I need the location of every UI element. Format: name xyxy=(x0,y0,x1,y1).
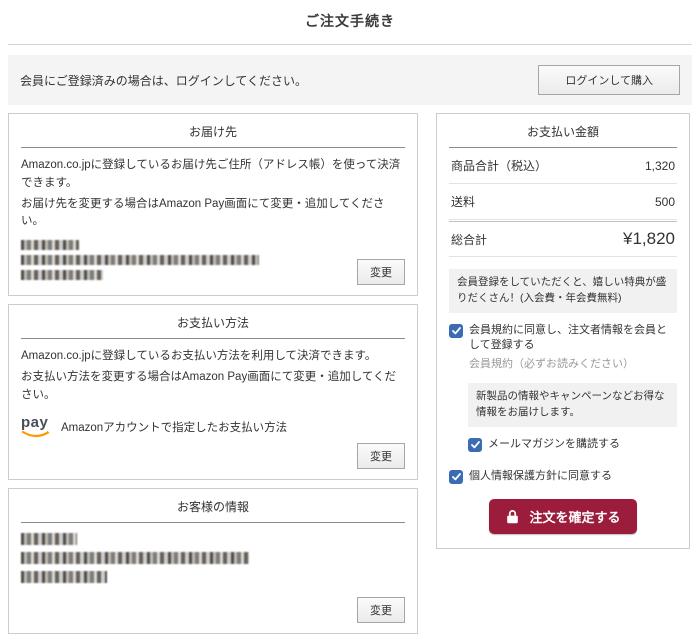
shipping-section: お届け先 Amazon.co.jpに登録しているお届け先ご住所（アドレス帳）を使… xyxy=(8,113,418,296)
confirm-order-button[interactable]: 注文を確定する xyxy=(489,499,636,534)
customer-info-redacted xyxy=(21,533,405,583)
privacy-checkbox-label: 個人情報保護方針に同意する xyxy=(469,469,612,485)
membership-benefit-note: 会員登録をしていただくと、嬉しい特典が盛りだくさん！(入会費・年会費無料) xyxy=(449,269,677,313)
subtotal-row: 商品合計（税込） 1,320 xyxy=(449,148,677,184)
customer-section-title: お客様の情報 xyxy=(21,489,405,523)
main-content: お届け先 Amazon.co.jpに登録しているお届け先ご住所（アドレス帳）を使… xyxy=(8,113,692,642)
newsletter-checkbox-row: メールマガジンを購読する xyxy=(468,437,677,453)
payment-description-line1: Amazon.co.jpに登録しているお支払い方法を利用して決済できます。 xyxy=(21,348,405,366)
redacted-phone-line xyxy=(21,270,103,280)
redacted-customer-address xyxy=(21,552,249,564)
shipping-fee-value: 500 xyxy=(655,195,675,209)
redacted-customer-contact xyxy=(21,571,107,583)
customer-change-button[interactable]: 変更 xyxy=(357,597,405,623)
redacted-customer-name xyxy=(21,533,77,545)
subtotal-label: 商品合計（税込） xyxy=(451,157,547,174)
payment-change-button[interactable]: 変更 xyxy=(357,443,405,469)
check-icon xyxy=(452,473,461,481)
terms-checkbox[interactable] xyxy=(449,324,463,338)
shipping-address-redacted xyxy=(21,235,259,285)
amazon-pay-logo-icon: pay xyxy=(21,415,51,439)
shipping-fee-row: 送料 500 xyxy=(449,184,677,220)
lock-icon xyxy=(505,509,520,524)
login-purchase-button[interactable]: ログインして購入 xyxy=(538,65,680,95)
checkout-page: ご注文手続き 会員にご登録済みの場合は、ログインしてください。 ログインして購入… xyxy=(0,11,700,642)
left-column: お届け先 Amazon.co.jpに登録しているお届け先ご住所（アドレス帳）を使… xyxy=(8,113,418,642)
check-icon xyxy=(452,327,461,335)
confirm-order-label: 注文を確定する xyxy=(529,507,620,526)
page-title: ご注文手続き xyxy=(0,11,700,31)
terms-checkbox-label-group: 会員規約に同意し、注文者情報を会員として登録する 会員規約（必ずお読みください） xyxy=(469,323,677,374)
shipping-description-line1: Amazon.co.jpに登録しているお届け先ご住所（アドレス帳）を使って決済で… xyxy=(21,157,405,193)
amazon-pay-wordmark: pay xyxy=(21,415,48,430)
newsletter-checkbox-label: メールマガジンを購読する xyxy=(488,437,620,453)
payment-change-area: 変更 xyxy=(21,443,405,469)
shipping-description-line2: お届け先を変更する場合はAmazon Pay画面にて変更・追加してください。 xyxy=(21,196,405,232)
terms-checkbox-label: 会員規約に同意し、注文者情報を会員として登録する xyxy=(469,324,667,352)
payment-section-title: お支払い方法 xyxy=(21,305,405,339)
redacted-name-line xyxy=(21,240,79,250)
payment-section: お支払い方法 Amazon.co.jpに登録しているお支払い方法を利用して決済で… xyxy=(8,304,418,479)
amazon-smile-icon xyxy=(21,430,51,439)
customer-section: お客様の情報 変更 xyxy=(8,488,418,634)
terms-checkbox-row: 会員規約に同意し、注文者情報を会員として登録する 会員規約（必ずお読みください） xyxy=(449,323,677,374)
total-label: 総合計 xyxy=(451,231,487,248)
newsletter-checkbox[interactable] xyxy=(468,438,482,452)
check-icon xyxy=(471,441,480,449)
shipping-change-button[interactable]: 変更 xyxy=(357,259,405,285)
customer-change-area: 変更 xyxy=(21,597,405,623)
payment-method-label: Amazonアカウントで指定したお支払い方法 xyxy=(61,419,287,435)
shipping-section-title: お届け先 xyxy=(21,114,405,148)
subtotal-value: 1,320 xyxy=(645,159,675,173)
terms-link[interactable]: 会員規約（必ずお読みください） xyxy=(469,357,677,373)
payment-method-row: pay Amazonアカウントで指定したお支払い方法 xyxy=(21,415,405,439)
total-row: 総合計 ¥1,820 xyxy=(449,221,677,257)
newsletter-note: 新製品の情報やキャンペーンなどお得な情報をお届けします。 xyxy=(468,383,677,427)
redacted-address-line xyxy=(21,255,259,265)
login-bar: 会員にご登録済みの場合は、ログインしてください。 ログインして購入 xyxy=(8,55,692,105)
payment-description-line2: お支払い方法を変更する場合はAmazon Pay画面にて変更・追加してください。 xyxy=(21,369,405,405)
privacy-checkbox-row: 個人情報保護方針に同意する xyxy=(449,469,677,485)
summary-title: お支払い金額 xyxy=(449,114,677,148)
total-value: ¥1,820 xyxy=(623,229,675,249)
login-message: 会員にご登録済みの場合は、ログインしてください。 xyxy=(20,72,307,89)
order-summary-panel: お支払い金額 商品合計（税込） 1,320 送料 500 総合計 ¥1,820 … xyxy=(436,113,690,549)
shipping-fee-label: 送料 xyxy=(451,193,475,210)
header-divider xyxy=(8,44,692,45)
shipping-address-area: 変更 xyxy=(21,235,405,285)
